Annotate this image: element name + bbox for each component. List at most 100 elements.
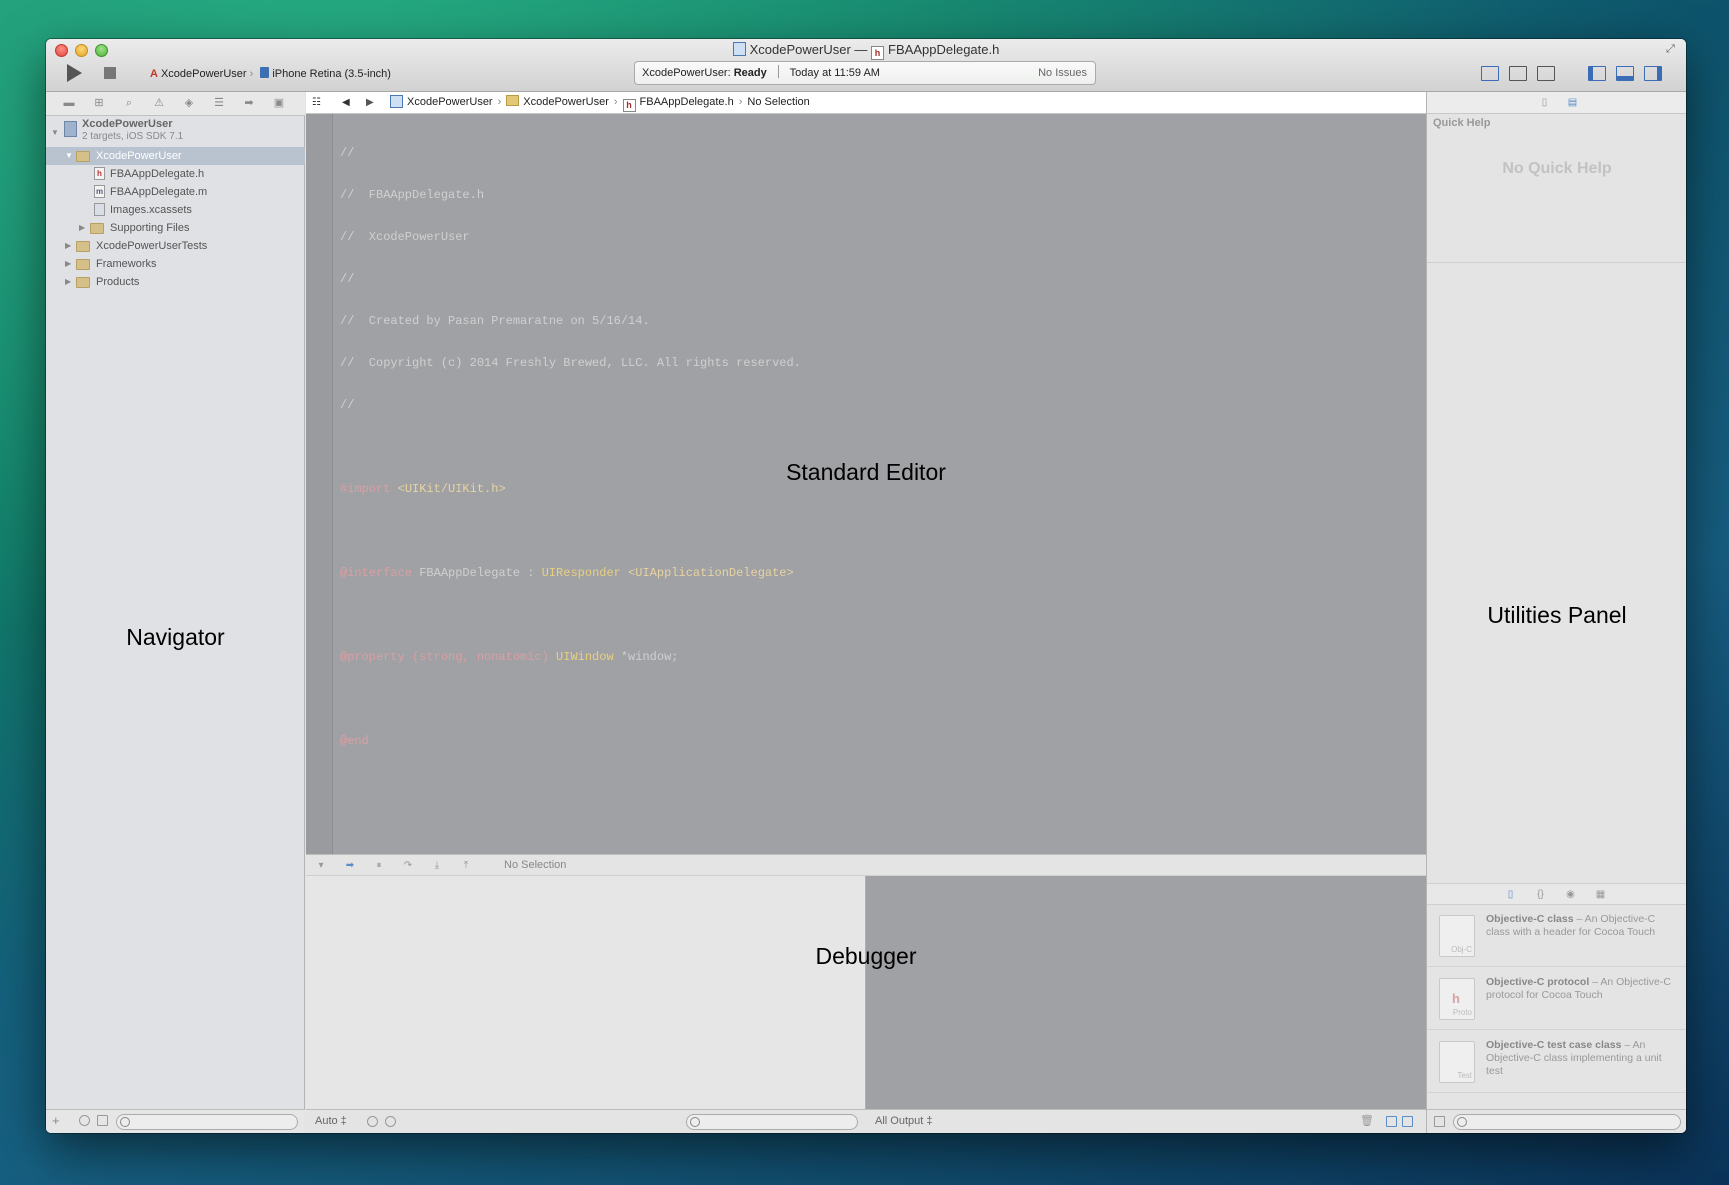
fullscreen-icon[interactable]: ⤢ <box>1666 43 1678 55</box>
media-library-icon[interactable]: ▦ <box>1595 888 1606 901</box>
navigator-filter-bar: + <box>46 1109 305 1133</box>
file-template-library-icon[interactable]: ▯ <box>1505 888 1516 901</box>
assistant-editor-icon[interactable] <box>1509 66 1527 81</box>
navigator-search-input[interactable] <box>116 1114 298 1130</box>
chevron-right-icon: › <box>497 96 502 108</box>
xcode-window: XcodePowerUser — h FBAAppDelegate.h ⤢ A Xc… <box>46 39 1686 1133</box>
library-item[interactable]: h Proto Objective-C protocol – An Objecti… <box>1427 968 1686 1030</box>
header-file-icon: h <box>94 167 105 180</box>
standard-editor-icon[interactable] <box>1481 66 1499 81</box>
info-icon[interactable] <box>385 1116 396 1127</box>
list-item[interactable]: ▼ XcodePowerUser <box>46 147 305 165</box>
scheme-selector[interactable]: A XcodePowerUser › iPhone Retina (3.5-inc… <box>150 67 391 80</box>
search-icon[interactable]: ⌕ <box>122 97 136 110</box>
variables-view[interactable] <box>306 876 866 1109</box>
disclosure-open-icon[interactable]: ▼ <box>51 124 59 142</box>
output-filter-select[interactable]: All Output ‡ <box>875 1110 932 1133</box>
navigator-tabs: ▬ ⊞ ⌕ ⚠ ◈ ☰ ➡ ▣ <box>46 92 305 116</box>
disclosure-closed-icon[interactable]: ▶ <box>65 273 71 291</box>
search-icon <box>1457 1117 1467 1127</box>
toolbar: XcodePowerUser — h FBAAppDelegate.h ⤢ A Xc… <box>46 39 1686 92</box>
step-into-icon[interactable]: ⤓ <box>431 860 443 871</box>
breadcrumb-item[interactable]: FBAAppDelegate.h <box>640 96 734 108</box>
list-item[interactable]: Images.xcassets <box>46 201 305 219</box>
library-search-input[interactable] <box>1453 1114 1681 1130</box>
editor-label: Standard Editor <box>786 459 946 485</box>
show-variables-icon[interactable] <box>1386 1116 1397 1127</box>
show-console-icon[interactable] <box>1402 1116 1413 1127</box>
project-row[interactable]: ▼ XcodePowerUser 2 targets, iOS SDK 7.1 <box>46 116 305 147</box>
recent-files-icon[interactable] <box>79 1115 90 1126</box>
breadcrumb-item[interactable]: XcodePowerUser <box>407 96 493 108</box>
code-snippet-library-icon[interactable]: {} <box>1535 888 1546 901</box>
run-button[interactable] <box>67 64 82 82</box>
objc-test-case-template-icon: Test <box>1439 1041 1475 1083</box>
variables-scope-select[interactable]: Auto ‡ <box>315 1110 347 1133</box>
log-navigator-icon[interactable]: ▣ <box>272 97 286 110</box>
search-icon <box>690 1117 700 1127</box>
back-icon[interactable]: ◀ <box>342 92 350 113</box>
list-item[interactable]: ▶ XcodePowerUserTests <box>46 237 305 255</box>
utilities-panel: ▯ ▤ Quick Help No Quick Help Utilities P… <box>1426 92 1686 1133</box>
list-item[interactable]: h FBAAppDelegate.h <box>46 165 305 183</box>
list-item[interactable]: ▶ Frameworks <box>46 255 305 273</box>
stop-button[interactable] <box>104 67 116 79</box>
header-file-icon: h <box>622 99 636 112</box>
issues-status[interactable]: No Issues <box>1038 62 1087 84</box>
step-over-icon[interactable]: ↷ <box>402 860 414 871</box>
project-icon <box>64 121 77 137</box>
library-tabs: ▯ {} ◉ ▦ <box>1427 883 1686 905</box>
version-editor-icon[interactable] <box>1537 66 1555 81</box>
toggle-utilities-icon[interactable] <box>1644 66 1662 81</box>
variables-footer: Auto ‡ <box>306 1109 866 1133</box>
library-item[interactable]: Obj-C Objective-C class – An Objective-C… <box>1427 905 1686 967</box>
standard-editor[interactable]: // // FBAAppDelegate.h // XcodePowerUser… <box>306 114 1426 854</box>
no-quick-help-text: No Quick Help <box>1502 160 1612 177</box>
disclosure-closed-icon[interactable]: ▶ <box>65 255 71 273</box>
implementation-file-icon: m <box>94 185 105 198</box>
project-icon <box>732 42 746 56</box>
breadcrumb-item[interactable]: No Selection <box>747 96 809 108</box>
variables-search-input[interactable] <box>686 1114 858 1130</box>
chevron-right-icon: › <box>738 96 743 108</box>
issue-navigator-icon[interactable]: ⚠ <box>152 97 166 110</box>
object-library-icon[interactable]: ◉ <box>1565 888 1576 901</box>
grid-view-icon[interactable] <box>1434 1116 1445 1127</box>
project-tree: ▼ XcodePowerUser 2 targets, iOS SDK 7.1 … <box>46 116 305 291</box>
related-items-icon[interactable]: ☷ <box>312 97 324 108</box>
library-item[interactable]: Test Objective-C test case class – An Ob… <box>1427 1031 1686 1093</box>
file-inspector-icon[interactable]: ▯ <box>1539 96 1550 109</box>
list-item[interactable]: ▶ Supporting Files <box>46 219 305 237</box>
add-icon[interactable]: + <box>52 1113 60 1128</box>
forward-icon[interactable]: ▶ <box>366 92 374 113</box>
breadcrumb: XcodePowerUser › XcodePowerUser › h FBAAppDel… <box>390 92 810 113</box>
quick-look-icon[interactable] <box>367 1116 378 1127</box>
project-icon <box>390 95 403 108</box>
toggle-navigator-icon[interactable] <box>1588 66 1606 81</box>
debug-navigator-icon[interactable]: ☰ <box>212 97 226 110</box>
disclosure-open-icon[interactable]: ▼ <box>65 147 73 165</box>
symbol-navigator-icon[interactable]: ⊞ <box>92 97 106 110</box>
test-navigator-icon[interactable]: ◈ <box>182 97 196 110</box>
hide-debug-area-icon[interactable]: ▾ <box>315 860 327 871</box>
objc-class-template-icon: Obj-C <box>1439 915 1475 957</box>
quick-help-icon[interactable]: ▤ <box>1567 96 1578 109</box>
pause-icon[interactable]: ⏸ <box>373 860 385 871</box>
toggle-debug-area-icon[interactable] <box>1616 66 1634 81</box>
breakpoints-toggle-icon[interactable]: ➡ <box>344 860 356 871</box>
trash-icon[interactable]: 🗑 <box>1360 1110 1374 1133</box>
list-item[interactable]: ▶ Products <box>46 273 305 291</box>
disclosure-closed-icon[interactable]: ▶ <box>79 219 85 237</box>
list-item[interactable]: m FBAAppDelegate.m <box>46 183 305 201</box>
source-code[interactable]: // // FBAAppDelegate.h // XcodePowerUser… <box>340 118 801 776</box>
console-view[interactable] <box>866 876 1426 1109</box>
breadcrumb-item[interactable]: XcodePowerUser <box>523 96 609 108</box>
step-out-icon[interactable]: ⤒ <box>460 860 472 871</box>
disclosure-closed-icon[interactable]: ▶ <box>65 237 71 255</box>
breakpoint-navigator-icon[interactable]: ➡ <box>242 97 256 110</box>
folder-icon <box>506 95 520 106</box>
project-navigator-icon[interactable]: ▬ <box>62 97 76 110</box>
source-control-filter-icon[interactable] <box>97 1115 108 1126</box>
activity-viewer: XcodePowerUser: Ready Today at 11:59 AM … <box>634 61 1096 85</box>
chevron-right-icon: › <box>613 96 618 108</box>
